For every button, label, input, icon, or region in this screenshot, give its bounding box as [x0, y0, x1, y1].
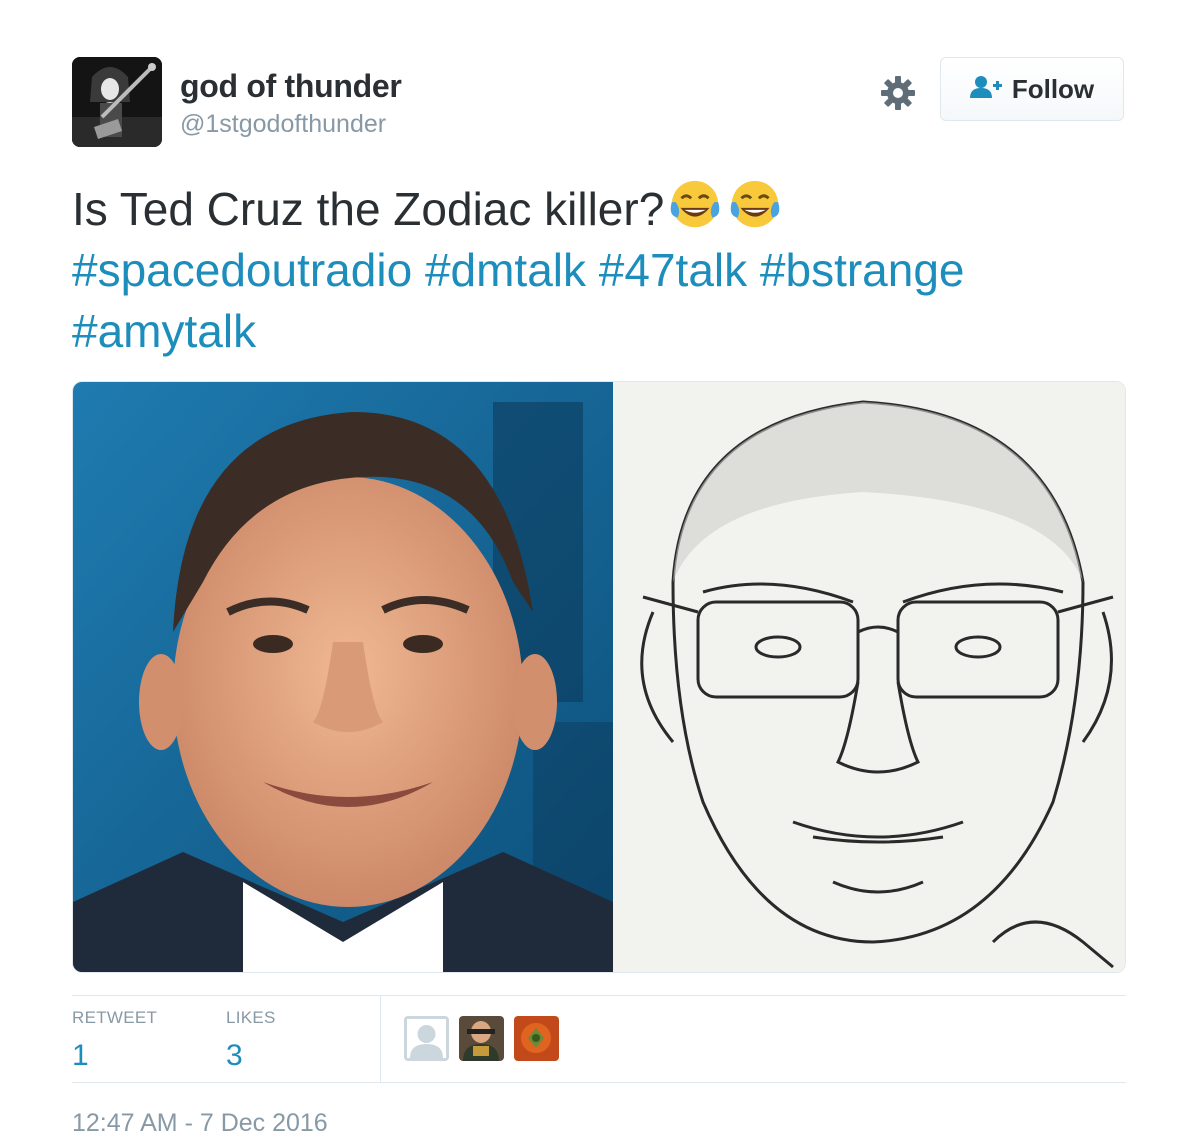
hashtag-link[interactable]: #spacedoutradio	[72, 244, 412, 296]
tweet-timestamp[interactable]: 12:47 AM - 7 Dec 2016	[72, 1108, 328, 1138]
user-handle[interactable]: @1stgodofthunder	[180, 108, 386, 140]
likers-list	[404, 1016, 559, 1061]
add-user-icon	[969, 74, 1002, 105]
follow-label: Follow	[1011, 73, 1095, 104]
stats-separator	[380, 996, 381, 1082]
display-name[interactable]: god of thunder	[180, 66, 402, 106]
likes-count[interactable]: 3	[226, 1038, 276, 1074]
hashtag-link[interactable]: #bstrange	[760, 244, 965, 296]
hashtag-link[interactable]: #dmtalk	[425, 244, 586, 296]
liker-avatar[interactable]	[514, 1016, 559, 1061]
hashtag-link[interactable]: #amytalk	[72, 305, 256, 357]
divider	[72, 1082, 1126, 1083]
retweet-count[interactable]: 1	[72, 1038, 157, 1074]
hashtag-link[interactable]: #47talk	[599, 244, 747, 296]
tweet-media[interactable]	[72, 381, 1126, 973]
gear-icon[interactable]	[878, 73, 918, 113]
tears-of-joy-emoji-icon	[730, 180, 780, 228]
tweet-card: god of thunder @1stgodofthunder Follow I…	[0, 0, 1200, 1139]
tweet-body: Is Ted Cruz the Zodiac killer?	[72, 183, 665, 235]
sketch-image[interactable]	[613, 382, 1125, 972]
tears-of-joy-emoji-icon	[670, 180, 720, 228]
follow-button[interactable]: Follow	[940, 57, 1124, 121]
liker-avatar[interactable]	[404, 1016, 449, 1061]
portrait-photo[interactable]	[73, 382, 613, 972]
user-avatar[interactable]	[72, 57, 162, 147]
divider	[72, 995, 1126, 996]
tweet-text: Is Ted Cruz the Zodiac killer? #spacedou…	[72, 177, 1132, 362]
likes-label: LIKES	[226, 1008, 276, 1027]
retweet-stat[interactable]: RETWEET 1	[72, 1008, 157, 1074]
retweet-label: RETWEET	[72, 1008, 158, 1027]
liker-avatar[interactable]	[459, 1016, 504, 1061]
likes-stat[interactable]: LIKES 3	[226, 1008, 276, 1074]
